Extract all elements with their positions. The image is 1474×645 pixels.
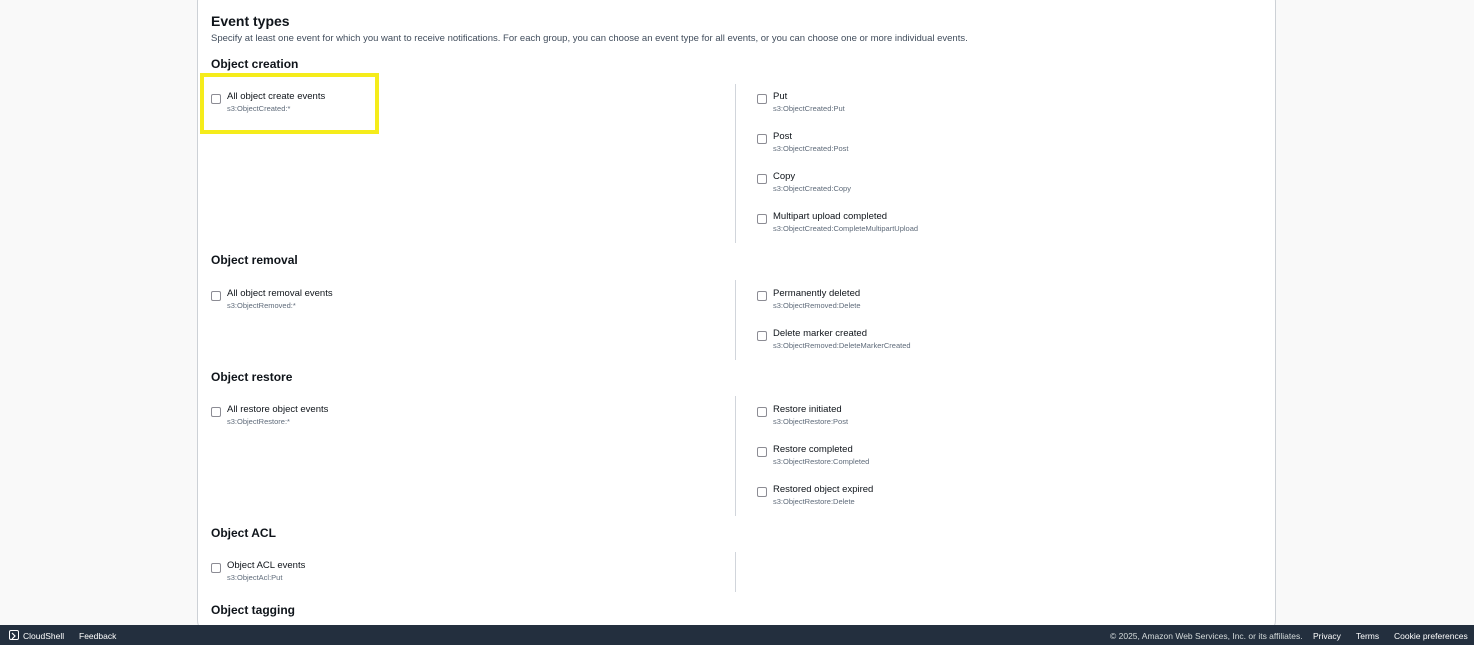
event-label: Delete marker created — [773, 328, 867, 339]
event-multipart-upload-completed[interactable]: Multipart upload completed s3:ObjectCrea… — [757, 211, 997, 241]
column-divider — [735, 84, 736, 243]
cloudshell-link[interactable]: CloudShell — [23, 631, 64, 641]
checkbox[interactable] — [757, 134, 767, 144]
event-label: Copy — [773, 171, 796, 182]
event-code: s3:ObjectRestore:Delete — [773, 497, 855, 506]
terms-link[interactable]: Terms — [1356, 631, 1379, 641]
panel-description: Specify at least one event for which you… — [211, 33, 968, 44]
event-restore-initiated[interactable]: Restore initiated s3:ObjectRestore:Post — [757, 404, 997, 434]
checkbox[interactable] — [211, 291, 221, 301]
checkbox[interactable] — [757, 407, 767, 417]
event-label: Multipart upload completed — [773, 211, 888, 222]
event-label: Restore initiated — [773, 404, 842, 415]
cloudshell-icon[interactable] — [9, 630, 19, 640]
event-code: s3:ObjectRemoved:Delete — [773, 301, 861, 310]
event-object-acl[interactable]: Object ACL events s3:ObjectAcl:Put — [211, 560, 451, 590]
event-code: s3:ObjectCreated:Put — [773, 104, 845, 113]
group-title-object-restore: Object restore — [211, 370, 293, 384]
event-label: All restore object events — [227, 404, 329, 415]
feedback-link[interactable]: Feedback — [79, 631, 116, 641]
event-code: s3:ObjectCreated:* — [227, 104, 291, 113]
checkbox[interactable] — [211, 94, 221, 104]
event-label: Permanently deleted — [773, 288, 861, 299]
event-all-restore-object[interactable]: All restore object events s3:ObjectResto… — [211, 404, 451, 434]
event-code: s3:ObjectRestore:Completed — [773, 457, 870, 466]
checkbox[interactable] — [211, 407, 221, 417]
group-title-object-removal: Object removal — [211, 253, 298, 267]
checkbox[interactable] — [757, 291, 767, 301]
column-divider — [735, 552, 736, 592]
event-delete-marker-created[interactable]: Delete marker created s3:ObjectRemoved:D… — [757, 328, 997, 358]
event-put[interactable]: Put s3:ObjectCreated:Put — [757, 91, 997, 121]
event-label: All object create events — [227, 91, 326, 102]
console-footer: CloudShell Feedback © 2025, Amazon Web S… — [0, 625, 1474, 645]
checkbox[interactable] — [757, 487, 767, 497]
panel-title: Event types — [211, 13, 290, 29]
event-code: s3:ObjectCreated:Post — [773, 144, 849, 153]
event-label: Restored object expired — [773, 484, 874, 495]
checkbox[interactable] — [757, 214, 767, 224]
event-post[interactable]: Post s3:ObjectCreated:Post — [757, 131, 997, 161]
event-label: Post — [773, 131, 793, 142]
cookie-preferences-link[interactable]: Cookie preferences — [1394, 631, 1468, 641]
event-restore-completed[interactable]: Restore completed s3:ObjectRestore:Compl… — [757, 444, 997, 474]
group-title-object-tagging: Object tagging — [211, 603, 295, 617]
event-label: All object removal events — [227, 288, 333, 299]
event-all-object-create[interactable]: All object create events s3:ObjectCreate… — [211, 91, 451, 121]
column-divider — [735, 280, 736, 360]
event-label: Object ACL events — [227, 560, 306, 571]
privacy-link[interactable]: Privacy — [1313, 631, 1341, 641]
column-divider — [735, 396, 736, 516]
group-title-object-creation: Object creation — [211, 57, 299, 71]
event-all-object-removal[interactable]: All object removal events s3:ObjectRemov… — [211, 288, 451, 318]
event-code: s3:ObjectRestore:* — [227, 417, 290, 426]
event-copy[interactable]: Copy s3:ObjectCreated:Copy — [757, 171, 997, 201]
event-code: s3:ObjectRemoved:DeleteMarkerCreated — [773, 341, 911, 350]
checkbox[interactable] — [211, 563, 221, 573]
event-code: s3:ObjectRestore:Post — [773, 417, 849, 426]
event-permanently-deleted[interactable]: Permanently deleted s3:ObjectRemoved:Del… — [757, 288, 997, 318]
checkbox[interactable] — [757, 94, 767, 104]
event-code: s3:ObjectCreated:Copy — [773, 184, 851, 193]
event-restored-object-expired[interactable]: Restored object expired s3:ObjectRestore… — [757, 484, 997, 514]
copyright-text: © 2025, Amazon Web Services, Inc. or its… — [1110, 631, 1303, 641]
checkbox[interactable] — [757, 174, 767, 184]
group-title-object-acl: Object ACL — [211, 526, 276, 540]
event-label: Restore completed — [773, 444, 853, 455]
checkbox[interactable] — [757, 331, 767, 341]
event-code: s3:ObjectCreated:CompleteMultipartUpload — [773, 224, 919, 233]
event-code: s3:ObjectAcl:Put — [227, 573, 283, 582]
event-code: s3:ObjectRemoved:* — [227, 301, 296, 310]
event-label: Put — [773, 91, 788, 102]
checkbox[interactable] — [757, 447, 767, 457]
